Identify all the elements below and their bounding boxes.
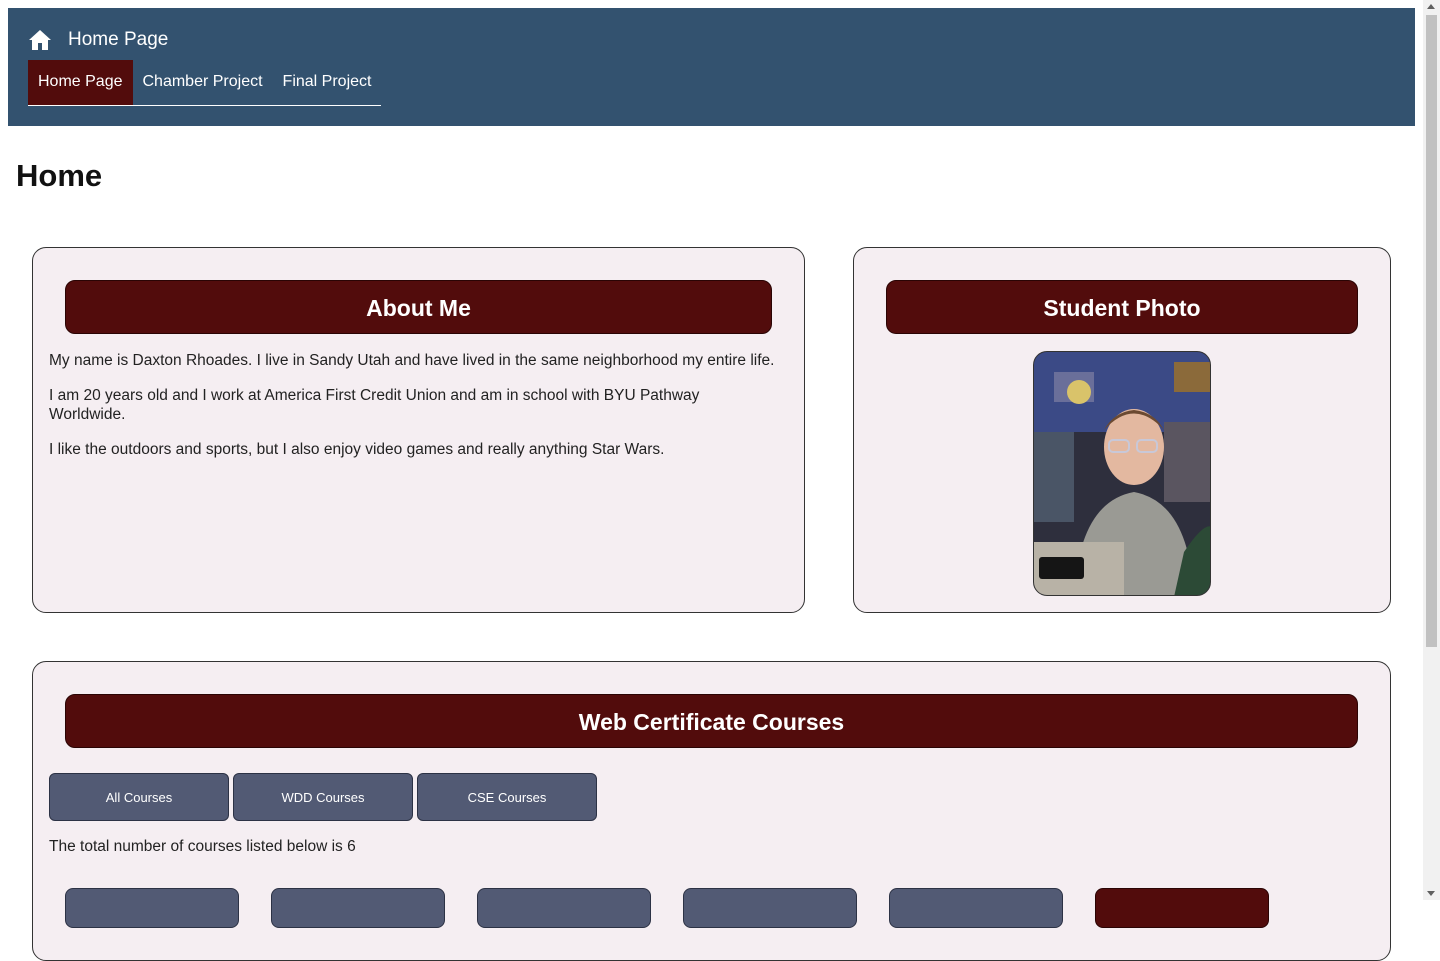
course-tile[interactable]	[271, 888, 445, 928]
course-tile[interactable]	[889, 888, 1063, 928]
photo-heading: Student Photo	[886, 280, 1358, 334]
page-title: Home	[16, 158, 103, 193]
courses-heading: Web Certificate Courses	[65, 694, 1358, 748]
nav-item-chamber-project[interactable]: Chamber Project	[133, 60, 273, 105]
vertical-scrollbar[interactable]	[1423, 0, 1440, 900]
course-list	[65, 888, 1269, 928]
about-text: My name is Daxton Rhoades. I live in San…	[49, 351, 794, 459]
filter-all-courses-button[interactable]: All Courses	[49, 773, 229, 821]
about-card: About Me My name is Daxton Rhoades. I li…	[32, 247, 805, 613]
about-paragraph: My name is Daxton Rhoades. I live in San…	[49, 352, 775, 369]
course-total: The total number of courses listed below…	[49, 838, 356, 855]
brand[interactable]: Home Page	[28, 28, 168, 52]
scrollbar-thumb[interactable]	[1426, 15, 1437, 647]
nav-item-home-page[interactable]: Home Page	[28, 60, 133, 105]
brand-title: Home Page	[68, 29, 169, 50]
student-photo-image	[1034, 352, 1210, 595]
filter-cse-courses-button[interactable]: CSE Courses	[417, 773, 597, 821]
course-tile[interactable]	[683, 888, 857, 928]
filter-wdd-courses-button[interactable]: WDD Courses	[233, 773, 413, 821]
course-tile[interactable]	[65, 888, 239, 928]
scroll-up-arrow-icon[interactable]	[1427, 4, 1435, 9]
about-paragraph: I like the outdoors and sports, but I al…	[49, 441, 665, 458]
scroll-down-arrow-icon[interactable]	[1427, 891, 1435, 896]
student-photo	[1033, 351, 1211, 596]
course-tile[interactable]	[477, 888, 651, 928]
site-header: Home Page Home Page Chamber Project Fina…	[8, 8, 1415, 126]
course-tile[interactable]	[1095, 888, 1269, 928]
page: Home Page Home Page Chamber Project Fina…	[8, 8, 1415, 961]
courses-card: Web Certificate Courses All Courses WDD …	[32, 661, 1391, 961]
home-icon	[29, 30, 51, 50]
course-filters: All Courses WDD Courses CSE Courses	[49, 773, 597, 821]
about-paragraph: I am 20 years old and I work at America …	[49, 387, 700, 423]
about-heading: About Me	[65, 280, 772, 334]
photo-card: Student Photo	[853, 247, 1391, 613]
main-nav: Home Page Chamber Project Final Project	[28, 60, 382, 106]
nav-item-final-project[interactable]: Final Project	[273, 60, 382, 105]
